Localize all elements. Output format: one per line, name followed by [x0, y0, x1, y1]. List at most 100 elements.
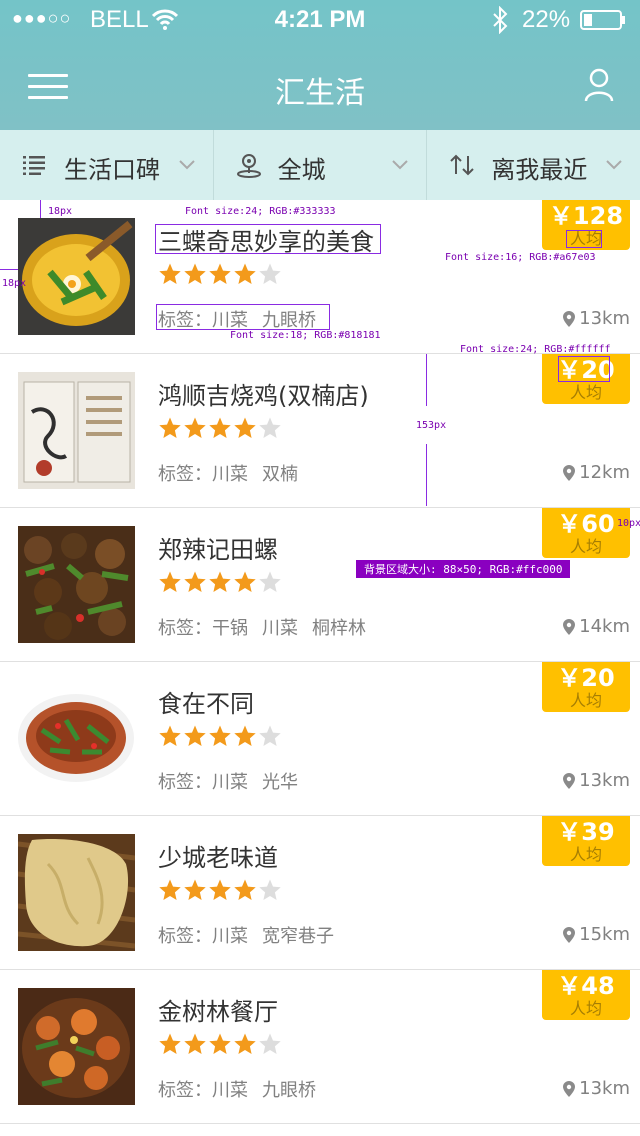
- annotation-box-title: [155, 224, 381, 254]
- star-filled-icon: [184, 1033, 206, 1054]
- restaurant-name: 郑辣记田螺: [158, 536, 278, 564]
- star-filled-icon: [184, 879, 206, 900]
- restaurant-tags: 标签：川菜 宽窄巷子: [158, 922, 348, 948]
- annotation-tag-font: Font size:18; RGB:#818181: [230, 330, 381, 341]
- distance-value: 13km: [579, 770, 630, 791]
- distance: 14km: [563, 616, 630, 637]
- distance: 13km: [563, 308, 630, 329]
- annotation-line: [426, 444, 427, 506]
- tag-label: 标签：: [158, 1080, 212, 1101]
- star-filled-icon: [184, 571, 206, 592]
- filter-sort[interactable]: 离我最近: [427, 130, 640, 200]
- rating-stars: [158, 1032, 282, 1056]
- page-title: 汇生活: [275, 76, 365, 111]
- restaurant-name: 食在不同: [158, 690, 254, 718]
- tag: 桐梓林: [312, 618, 366, 639]
- distance: 15km: [563, 924, 630, 945]
- sort-icon: [450, 154, 475, 176]
- distance-value: 14km: [579, 616, 630, 637]
- star-filled-icon: [184, 417, 206, 438]
- restaurant-tags: 标签：川菜 光华: [158, 768, 312, 794]
- tag: 川菜: [262, 618, 298, 639]
- annotation-title-font: Font size:24; RGB:#333333: [185, 206, 336, 217]
- distance: 13km: [563, 1078, 630, 1099]
- chevron-down-icon: [178, 160, 195, 170]
- filter-bar: 生活口碑 全城 离我最近: [0, 130, 640, 200]
- distance: 12km: [563, 462, 630, 483]
- tag: 双楠: [262, 464, 298, 485]
- price-badge: ￥39 人均: [542, 816, 630, 866]
- filter-area-label: 全城: [277, 156, 326, 184]
- per-person-label: 人均: [569, 999, 602, 1018]
- rating-stars: [158, 262, 282, 286]
- location-pin-icon: [563, 464, 576, 481]
- average-price: ￥48: [557, 972, 615, 1000]
- per-person-label: 人均: [569, 383, 602, 402]
- filter-category[interactable]: 生活口碑: [0, 130, 214, 200]
- distance: 13km: [563, 770, 630, 791]
- star-filled-icon: [234, 571, 256, 592]
- restaurant-photo: [18, 988, 135, 1105]
- star-filled-icon: [209, 1033, 231, 1054]
- filter-category-label: 生活口碑: [64, 156, 160, 184]
- star-empty-icon: [259, 725, 281, 746]
- rating-stars: [158, 416, 282, 440]
- price-badge: ￥60 人均: [542, 508, 630, 558]
- tag: 九眼桥: [262, 1080, 316, 1101]
- star-filled-icon: [209, 879, 231, 900]
- tag: 川菜: [212, 772, 248, 793]
- restaurant-photo: [18, 218, 135, 335]
- star-filled-icon: [209, 571, 231, 592]
- price-badge: ￥20 人均: [542, 662, 630, 712]
- star-filled-icon: [184, 263, 206, 284]
- tag-label: 标签：: [158, 772, 212, 793]
- restaurant-row[interactable]: 金树林餐厅 标签：川菜 九眼桥 ￥48 人均 13km: [0, 970, 640, 1124]
- rating-stars: [158, 878, 282, 902]
- star-filled-icon: [159, 879, 181, 900]
- user-profile-button[interactable]: [584, 68, 614, 102]
- annotation-box-price: [558, 356, 610, 382]
- location-pin-icon: [563, 618, 576, 635]
- star-filled-icon: [209, 417, 231, 438]
- restaurant-name: 少城老味道: [158, 844, 278, 872]
- chevron-down-icon: [606, 160, 622, 170]
- restaurant-row[interactable]: 食在不同标签：川菜 光华 ￥20 人均 13km: [0, 662, 640, 816]
- app-header: ●●●○○ BELL 4:21 PM 22% 汇生活: [0, 0, 640, 130]
- star-filled-icon: [234, 1033, 256, 1054]
- star-empty-icon: [259, 263, 281, 284]
- restaurant-row[interactable]: 鸿顺吉烧鸡(双楠店) 标签：川菜 双楠 ￥20 人均 12km: [0, 354, 640, 508]
- annotation-top-margin: 18px: [48, 206, 73, 217]
- average-price: ￥128: [548, 202, 624, 230]
- restaurant-name: 金树林餐厅: [158, 998, 278, 1026]
- tag: 川菜: [212, 926, 248, 947]
- annotation-line: [0, 269, 18, 270]
- restaurant-tags: 标签：干锅 川菜 桐梓林: [158, 614, 380, 640]
- location-icon: [236, 154, 261, 178]
- annotation-row-height: 153px: [416, 420, 447, 431]
- distance-value: 15km: [579, 924, 630, 945]
- tag-label: 标签：: [158, 926, 212, 947]
- restaurant-name: 鸿顺吉烧鸡(双楠店): [158, 382, 369, 410]
- price-badge: ￥48 人均: [542, 970, 630, 1020]
- star-filled-icon: [159, 417, 181, 438]
- rating-stars: [158, 724, 282, 748]
- star-filled-icon: [234, 725, 256, 746]
- tag-label: 标签：: [158, 464, 212, 485]
- restaurant-photo: [18, 372, 135, 489]
- restaurant-tags: 标签：川菜 双楠: [158, 460, 312, 486]
- star-filled-icon: [159, 1033, 181, 1054]
- star-filled-icon: [159, 571, 181, 592]
- filter-sort-label: 离我最近: [491, 156, 588, 184]
- per-person-label: 人均: [569, 691, 602, 710]
- annotation-box-per: [566, 230, 602, 248]
- restaurant-row[interactable]: 少城老味道标签：川菜 宽窄巷子 ￥39 人均 15km: [0, 816, 640, 970]
- annotation-badge-size: 背景区域大小: 88×50; RGB:#ffc000: [356, 560, 571, 578]
- battery-percent: 22%: [522, 6, 571, 33]
- annotation-line: [40, 200, 41, 218]
- star-filled-icon: [209, 725, 231, 746]
- restaurant-photo: [18, 834, 135, 951]
- restaurant-photo: [18, 680, 135, 797]
- star-empty-icon: [259, 571, 281, 592]
- restaurant-row[interactable]: 郑辣记田螺标签：干锅 川菜 桐梓林 ￥60 人均 14km: [0, 508, 640, 662]
- filter-area[interactable]: 全城: [214, 130, 428, 200]
